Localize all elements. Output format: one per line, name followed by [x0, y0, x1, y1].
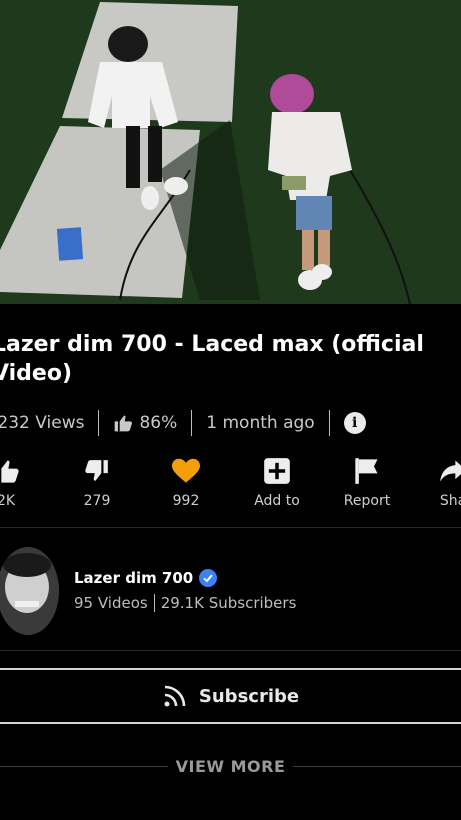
flag-icon	[355, 458, 378, 484]
heart-icon	[172, 458, 200, 483]
video-stats: ,232 Views 86% 1 month ago i	[0, 408, 452, 438]
video-player[interactable]	[0, 0, 461, 304]
view-count: ,232 Views	[0, 413, 85, 433]
rss-icon	[164, 685, 186, 707]
divider	[98, 410, 100, 436]
video-title: Lazer dim 700 - Laced max (official Vide…	[0, 332, 424, 386]
channel-avatar[interactable]	[0, 547, 59, 635]
dislike-button[interactable]: 279	[57, 455, 137, 509]
like-count: 2K	[0, 493, 16, 509]
divider	[0, 650, 461, 651]
like-ratio: 86%	[113, 413, 177, 433]
thumbs-up-icon	[115, 415, 133, 432]
divider	[293, 765, 461, 767]
add-box-icon	[264, 458, 290, 484]
avatar-image	[0, 547, 59, 635]
video-frame-scene	[0, 0, 461, 304]
info-icon[interactable]: i	[343, 412, 366, 434]
channel-meta: 95 Videos 29.1K Subscribers	[74, 594, 296, 612]
divider	[0, 527, 461, 528]
share-label: Sha	[439, 493, 461, 509]
view-more-button[interactable]: VIEW MORE	[0, 755, 461, 777]
divider	[0, 765, 168, 767]
add-to-button[interactable]: Add to	[237, 455, 317, 509]
upload-age: 1 month ago	[206, 413, 315, 433]
like-button[interactable]: 2K	[0, 455, 46, 509]
thumbs-up-icon	[1, 460, 19, 483]
action-bar: 2K 279 992 Add to Report Sh	[0, 455, 461, 515]
dislike-count: 279	[83, 493, 111, 509]
divider	[191, 410, 193, 436]
favorite-button[interactable]: 992	[146, 455, 226, 509]
channel-name-text: Lazer dim 700	[74, 569, 194, 587]
share-button[interactable]: Sha	[413, 455, 461, 509]
report-label: Report	[343, 493, 391, 509]
subscribe-button[interactable]: Subscribe	[0, 668, 461, 724]
channel-name[interactable]: Lazer dim 700	[74, 569, 218, 587]
like-percent: 86%	[139, 413, 178, 433]
verified-icon	[199, 569, 218, 587]
thumbs-down-icon	[85, 460, 108, 481]
share-icon	[440, 460, 461, 482]
subscribe-label: Subscribe	[198, 685, 300, 707]
video-count: 95 Videos	[74, 594, 148, 612]
divider	[328, 410, 330, 436]
report-button[interactable]: Report	[327, 455, 407, 509]
favorite-count: 992	[172, 493, 200, 509]
view-more-label: VIEW MORE	[175, 756, 286, 776]
divider	[153, 594, 155, 612]
snack-bag	[56, 227, 84, 261]
add-to-label: Add to	[254, 493, 300, 509]
subscriber-count: 29.1K Subscribers	[160, 594, 297, 612]
